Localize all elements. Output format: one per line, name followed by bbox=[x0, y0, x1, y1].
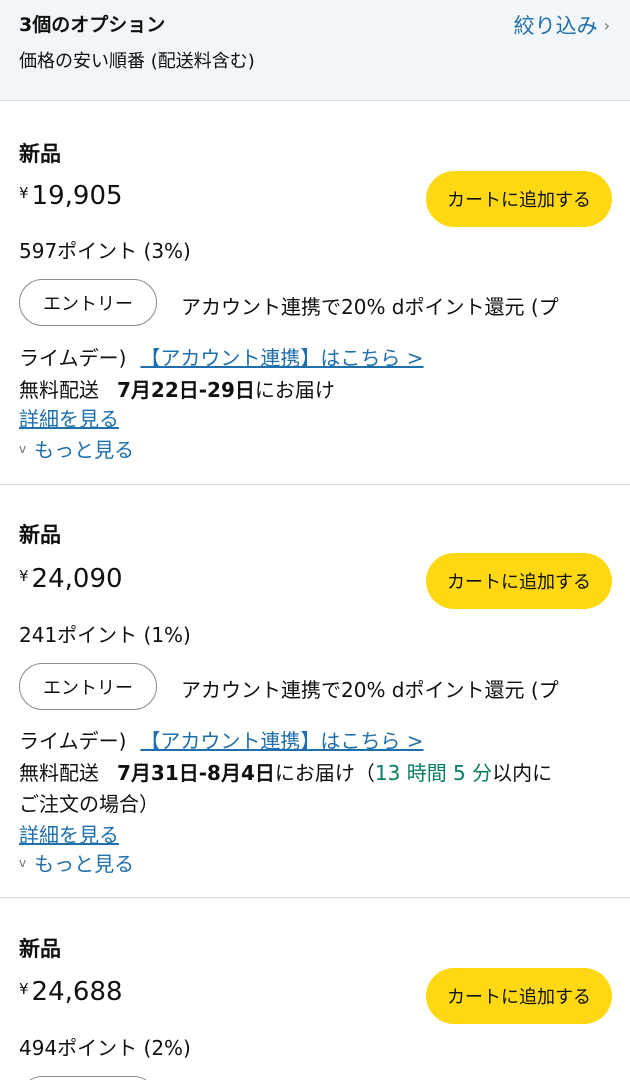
shipping-label: 無料配送 bbox=[19, 761, 99, 785]
offer-condition: 新品 bbox=[19, 523, 61, 547]
promo-text-line2: ライムデー) bbox=[19, 346, 127, 370]
promo-text-line2: ライムデー) bbox=[19, 729, 127, 753]
offer-count: 3個のオプション bbox=[19, 14, 166, 36]
price-value: 24,090 bbox=[31, 564, 123, 594]
shipping-info: 無料配送 7月31日-8月4日にお届け（13 時間 5 分以内に bbox=[19, 757, 552, 786]
delivery-condition: ご注文の場合） bbox=[19, 792, 159, 816]
promo-text-continued: ライムデー) 【アカウント連携】はこちら > bbox=[19, 725, 424, 754]
show-more-button[interactable]: v もっと見る bbox=[19, 434, 134, 463]
offer-price: ¥24,688 bbox=[19, 977, 123, 1007]
delivery-date: 7月31日-8月4日 bbox=[117, 761, 275, 785]
offers-header: 3個のオプション 価格の安い順番 (配送料含む) 絞り込み › bbox=[0, 0, 630, 101]
add-to-cart-button[interactable]: カートに追加する bbox=[426, 553, 612, 609]
entry-button[interactable] bbox=[19, 1076, 157, 1080]
offer-card: 新品 ¥24,090 カートに追加する 241ポイント (1%) エントリー ア… bbox=[0, 485, 630, 898]
promo-text-continued: ライムデー) 【アカウント連携】はこちら > bbox=[19, 342, 424, 371]
entry-button[interactable]: エントリー bbox=[19, 663, 157, 710]
details-link[interactable]: 詳細を見る bbox=[19, 403, 119, 432]
offer-points: 241ポイント (1%) bbox=[19, 623, 191, 647]
chevron-down-icon: v bbox=[19, 441, 27, 456]
offer-points: 494ポイント (2%) bbox=[19, 1036, 191, 1060]
promo-text: アカウント連携で20% dポイント還元 (プ bbox=[181, 295, 559, 319]
offer-price: ¥19,905 bbox=[19, 181, 123, 211]
account-link[interactable]: 【アカウント連携】はこちら > bbox=[140, 729, 423, 753]
promo-text: アカウント連携で20% dポイント還元 (プ bbox=[181, 678, 559, 702]
delivery-date: 7月22日-29日 bbox=[117, 378, 255, 402]
chevron-down-icon: v bbox=[19, 855, 27, 870]
price-value: 24,688 bbox=[31, 977, 123, 1007]
offer-condition: 新品 bbox=[19, 937, 61, 961]
offer-points: 597ポイント (3%) bbox=[19, 239, 191, 263]
offer-condition: 新品 bbox=[19, 142, 61, 166]
currency-symbol: ¥ bbox=[19, 567, 29, 585]
currency-symbol: ¥ bbox=[19, 980, 29, 998]
shipping-label: 無料配送 bbox=[19, 378, 99, 402]
offer-card: 新品 ¥24,688 カートに追加する 494ポイント (2%) bbox=[0, 898, 630, 1080]
account-link[interactable]: 【アカウント連携】はこちら > bbox=[140, 346, 423, 370]
offer-price: ¥24,090 bbox=[19, 564, 123, 594]
filter-button[interactable]: 絞り込み › bbox=[514, 10, 610, 40]
sort-order-label: 価格の安い順番 (配送料含む) bbox=[19, 51, 255, 72]
delivery-suffix: にお届け（ bbox=[274, 761, 375, 785]
show-more-label: もっと見る bbox=[34, 852, 135, 876]
order-countdown: 13 時間 5 分 bbox=[374, 761, 493, 785]
entry-button[interactable]: エントリー bbox=[19, 279, 157, 326]
delivery-suffix: にお届け bbox=[254, 378, 335, 402]
filter-label: 絞り込み bbox=[513, 14, 598, 38]
currency-symbol: ¥ bbox=[19, 184, 29, 202]
chevron-right-icon: › bbox=[603, 15, 610, 35]
countdown-suffix: 以内に bbox=[492, 761, 553, 785]
details-link[interactable]: 詳細を見る bbox=[19, 819, 119, 848]
offer-card: 新品 ¥19,905 カートに追加する 597ポイント (3%) エントリー ア… bbox=[0, 101, 630, 485]
shipping-info: 無料配送 7月22日-29日にお届け bbox=[19, 374, 335, 403]
show-more-button[interactable]: v もっと見る bbox=[19, 848, 134, 877]
show-more-label: もっと見る bbox=[34, 438, 135, 462]
price-value: 19,905 bbox=[31, 181, 123, 211]
add-to-cart-button[interactable]: カートに追加する bbox=[426, 171, 612, 227]
add-to-cart-button[interactable]: カートに追加する bbox=[426, 968, 612, 1024]
